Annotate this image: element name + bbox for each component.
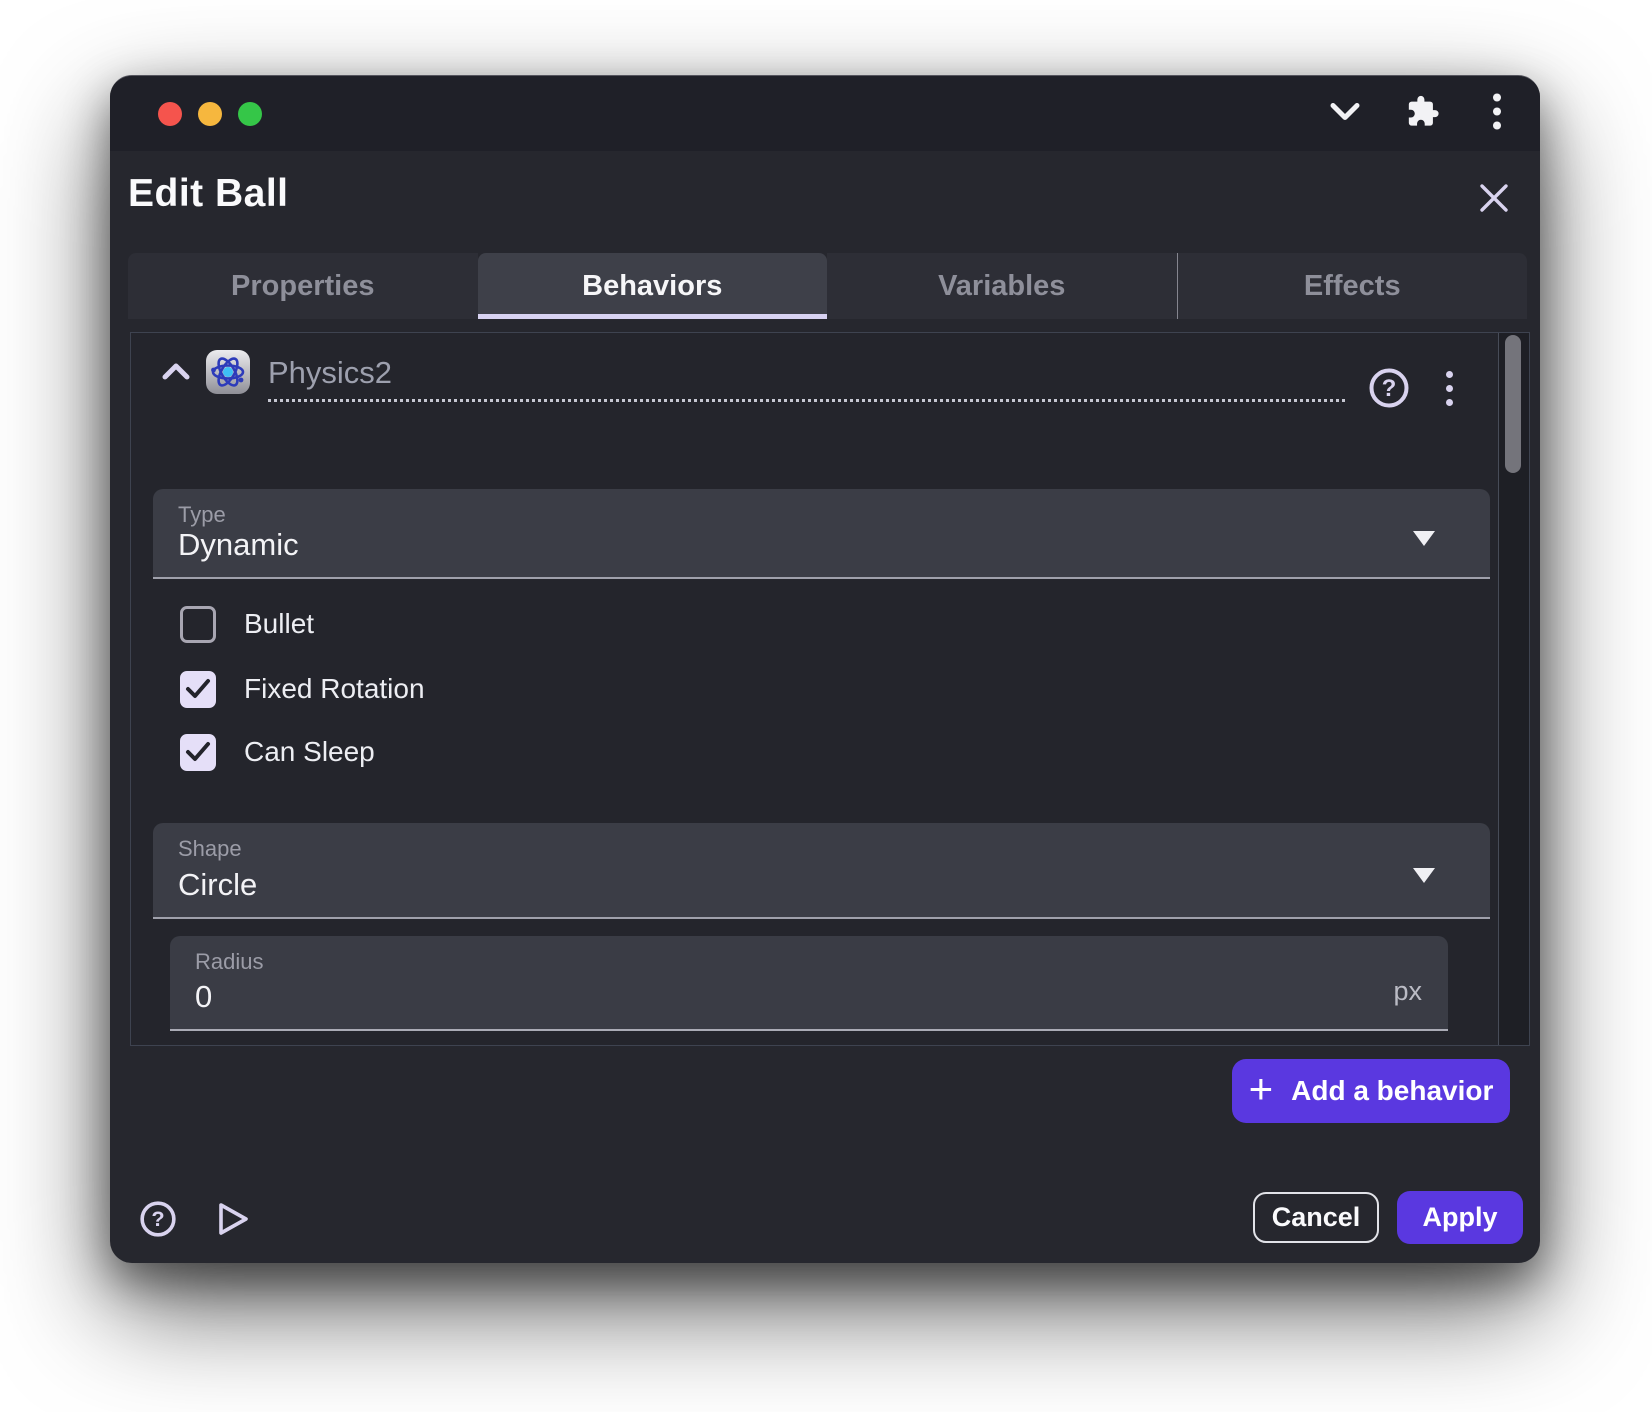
tab-variables-label: Variables [938,270,1065,303]
tab-effects[interactable]: Effects [1177,253,1528,319]
checkbox-label: Can Sleep [244,736,375,768]
plus-icon: + [1249,1068,1274,1110]
behavior-help-icon[interactable]: ? [1368,367,1410,409]
behaviors-list-panel: Physics2 ? Type Dynamic Bullet [130,332,1530,1046]
svg-text:?: ? [151,1206,164,1231]
checkbox-box [180,734,216,771]
collapse-behavior-chevron-up-icon[interactable] [161,359,191,389]
radius-input-label: Radius [195,949,263,975]
panel-scrollbar-thumb[interactable] [1505,335,1521,473]
extension-puzzle-icon[interactable] [1406,94,1440,133]
checkbox-can-sleep[interactable]: Can Sleep [180,733,375,771]
radius-input[interactable]: Radius 0 px [170,936,1448,1031]
apply-button[interactable]: Apply [1397,1191,1523,1244]
close-icon[interactable] [1474,178,1514,218]
zoom-traffic-light[interactable] [238,102,262,126]
checkbox-bullet[interactable]: Bullet [180,605,314,643]
type-select[interactable]: Type Dynamic [153,489,1490,579]
radius-unit-label: px [1393,976,1422,1007]
dropdown-arrow-icon [1413,531,1435,546]
tab-properties-label: Properties [231,270,374,303]
behavior-name-input[interactable]: Physics2 [268,355,1345,402]
tab-variables[interactable]: Variables [827,253,1177,319]
checkbox-box [180,671,216,708]
preview-play-icon[interactable] [213,1200,253,1238]
dialog-tabs: Properties Behaviors Variables Effects [128,253,1527,319]
checkbox-label: Bullet [244,608,314,640]
type-select-value: Dynamic [178,527,299,563]
minimize-traffic-light[interactable] [198,102,222,126]
behavior-options-icon[interactable] [1434,367,1464,409]
window-more-menu-icon[interactable] [1492,92,1502,135]
dialog-help-icon[interactable]: ? [139,1200,177,1238]
edit-ball-dialog: Edit Ball Properties Behaviors Variables… [110,75,1540,1263]
window-titlebar [110,76,1540,151]
type-select-label: Type [178,502,226,528]
close-traffic-light[interactable] [158,102,182,126]
tab-properties[interactable]: Properties [128,253,478,319]
page-title: Edit Ball [128,172,289,216]
shape-select[interactable]: Shape Circle [153,823,1490,919]
add-behavior-button[interactable]: + Add a behavior [1232,1059,1510,1123]
shape-select-label: Shape [178,836,242,862]
tab-effects-label: Effects [1304,270,1401,303]
shape-select-value: Circle [178,867,257,903]
checkbox-fixed-rotation[interactable]: Fixed Rotation [180,670,425,708]
svg-text:?: ? [1382,375,1397,402]
checkbox-box [180,606,216,643]
chevron-down-icon[interactable] [1328,100,1362,127]
tab-behaviors[interactable]: Behaviors [478,253,828,319]
tab-behaviors-label: Behaviors [582,270,722,303]
cancel-button[interactable]: Cancel [1253,1192,1379,1243]
add-behavior-label: Add a behavior [1291,1075,1493,1107]
panel-scrollbar-track[interactable] [1498,333,1529,1045]
radius-input-value: 0 [195,979,212,1015]
physics-behavior-icon [205,349,251,395]
dropdown-arrow-icon [1413,868,1435,883]
checkbox-label: Fixed Rotation [244,673,425,705]
